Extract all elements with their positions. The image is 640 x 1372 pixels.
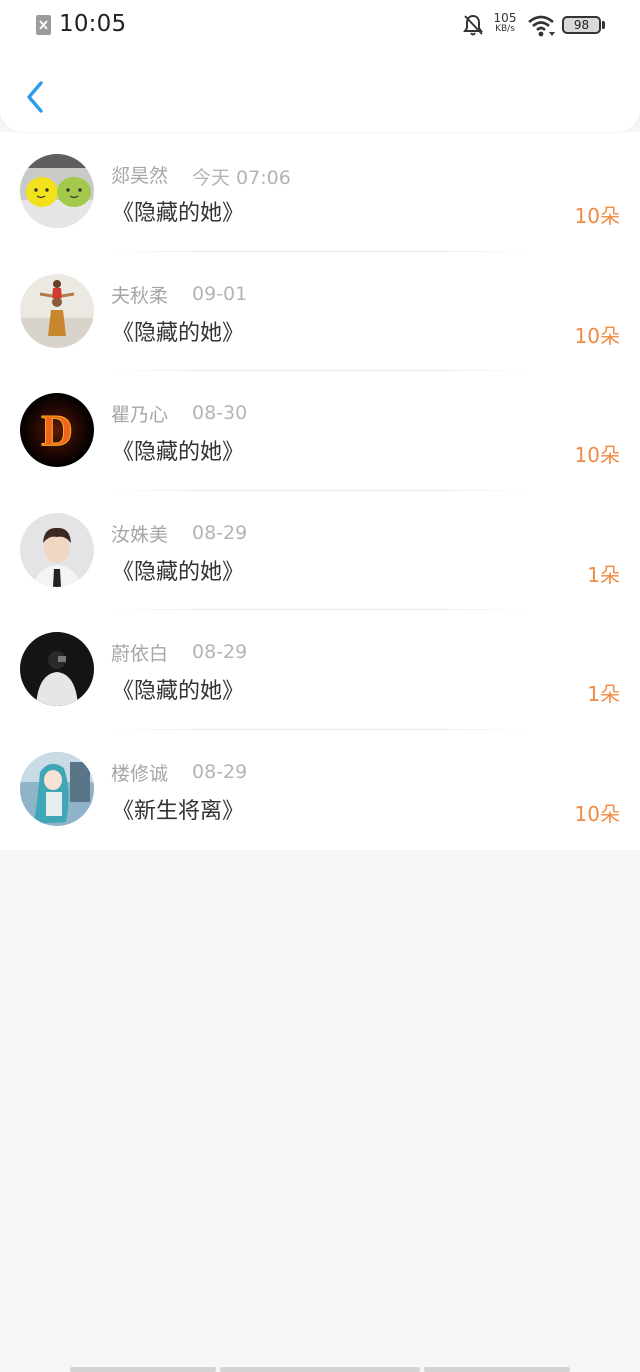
list-item[interactable]: 夫秋柔 09-01 《隐藏的她》 10朵 [0, 252, 640, 372]
avatar[interactable] [20, 632, 94, 707]
avatar[interactable] [20, 512, 94, 587]
flower-amount: 1朵 [587, 562, 620, 587]
flower-amount: 10朵 [574, 204, 620, 228]
header: 10:05 105 KB/s 98 [0, 0, 640, 132]
gift-date: 08-29 [192, 521, 248, 544]
list-item[interactable]: 蔚依白 08-29 《隐藏的她》 1朵 [0, 610, 640, 730]
book-title[interactable]: 《隐藏的她》 [112, 673, 244, 705]
sender-name: 蔚依白 [111, 643, 169, 666]
avatar[interactable] [20, 752, 94, 826]
sender-name: 郯昊然 [111, 165, 169, 187]
network-speed: 105 KB/s [491, 11, 519, 35]
book-title[interactable]: 《隐藏的她》 [112, 195, 244, 227]
gift-date: 08-29 [192, 761, 248, 783]
bell-muted-icon [463, 14, 483, 36]
gift-date: 08-29 [192, 641, 248, 664]
list-item[interactable]: D 瞿乃心 08-30 《隐藏的她》 10朵 [0, 371, 640, 491]
status-bar: 10:05 105 KB/s 98 [0, 0, 640, 52]
back-button[interactable] [22, 80, 50, 114]
list-item[interactable]: 楼修诚 08-29 《新生将离》 10朵 [0, 730, 640, 850]
battery-tip [602, 21, 605, 29]
flower-amount: 1朵 [587, 682, 620, 707]
gift-date: 09-01 [192, 282, 248, 305]
gift-list: 郯昊然 今天 07:06 《隐藏的她》 10朵 夫秋柔 09-01 《隐藏的她》… [0, 132, 640, 850]
wifi-icon [528, 15, 555, 37]
sender-name: 楼修诚 [111, 763, 169, 785]
book-title[interactable]: 《隐藏的她》 [112, 554, 244, 586]
list-item[interactable]: 郯昊然 今天 07:06 《隐藏的她》 10朵 [0, 132, 640, 252]
chevron-left-icon [27, 81, 43, 113]
book-title[interactable]: 《隐藏的她》 [112, 315, 244, 347]
network-speed-unit: KB/s [495, 24, 515, 34]
avatar[interactable] [20, 273, 94, 348]
flower-amount: 10朵 [574, 443, 620, 468]
gift-date: 今天 07:06 [192, 167, 291, 189]
avatar[interactable]: D [20, 393, 94, 468]
sender-name: 汝姝美 [111, 523, 169, 546]
list-item[interactable]: 汝姝美 08-29 《隐藏的她》 1朵 [0, 491, 640, 611]
status-time: 10:05 [59, 11, 127, 37]
svg-text:D: D [41, 406, 73, 455]
sender-name: 夫秋柔 [111, 284, 169, 307]
book-title[interactable]: 《新生将离》 [112, 793, 244, 825]
sim-card-icon [36, 15, 51, 35]
sender-name: 瞿乃心 [111, 404, 169, 427]
avatar[interactable] [20, 154, 94, 228]
battery-indicator: 98 [562, 16, 601, 34]
gift-date: 08-30 [192, 402, 248, 425]
network-speed-value: 105 [493, 11, 517, 25]
flower-amount: 10朵 [574, 802, 620, 826]
book-title[interactable]: 《隐藏的她》 [112, 434, 244, 466]
home-indicator [70, 1367, 570, 1372]
flower-amount: 10朵 [574, 323, 620, 348]
